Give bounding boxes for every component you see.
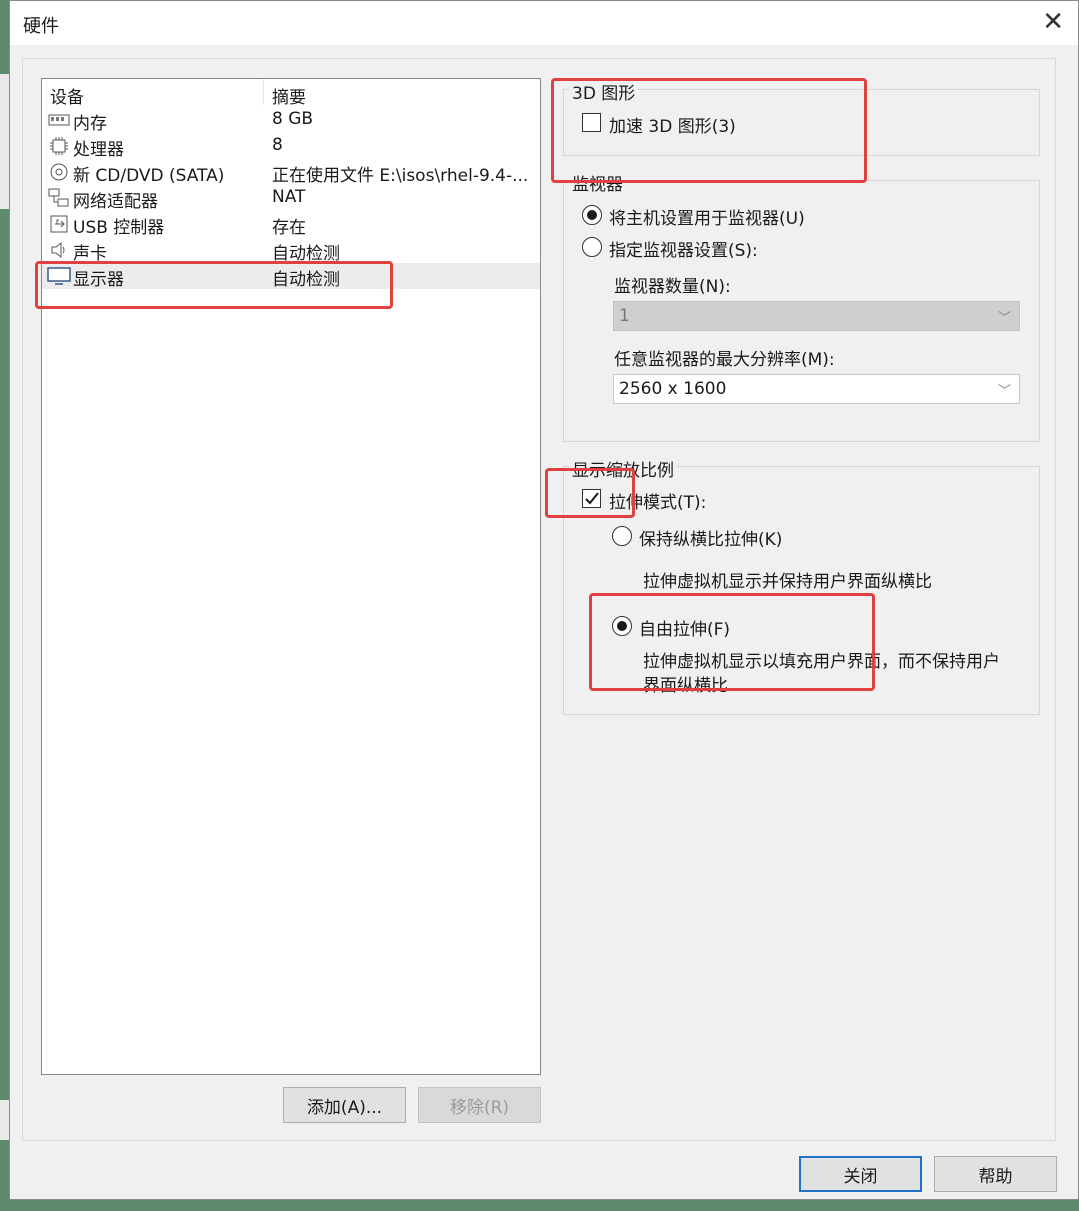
cpu-icon bbox=[47, 136, 71, 156]
list-header: 设备 摘要 bbox=[42, 79, 540, 108]
column-header-device[interactable]: 设备 bbox=[50, 83, 84, 108]
keep-aspect-description: 拉伸虚拟机显示并保持用户界面纵横比 bbox=[643, 572, 932, 592]
device-summary: 自动检测 bbox=[272, 270, 340, 290]
accelerate-3d-label[interactable]: 加速 3D 图形(3) bbox=[609, 112, 736, 137]
free-stretch-radio[interactable] bbox=[612, 616, 632, 636]
device-summary: 正在使用文件 E:\isos\rhel-9.4-... bbox=[272, 166, 529, 186]
device-summary: 8 GB bbox=[272, 109, 314, 129]
column-header-summary[interactable]: 摘要 bbox=[272, 83, 306, 108]
close-button[interactable]: 关闭 bbox=[799, 1156, 922, 1192]
stretch-mode-label[interactable]: 拉伸模式(T): bbox=[609, 488, 706, 513]
device-name: 声卡 bbox=[73, 244, 107, 264]
help-button[interactable]: 帮助 bbox=[934, 1156, 1057, 1192]
content-panel: 设备 摘要 内存 8 GB 处理器 8 新 CD/DVD (SATA) 正在使用… bbox=[22, 58, 1056, 1141]
device-name: USB 控制器 bbox=[73, 218, 165, 238]
monitor-count-label: 监视器数量(N): bbox=[614, 277, 731, 297]
list-item-usb[interactable]: USB 控制器 存在 bbox=[42, 211, 540, 238]
title-bar: 硬件 ✕ bbox=[10, 1, 1078, 45]
chevron-down-icon: ﹀ bbox=[997, 384, 1011, 399]
group-title-monitor: 监视器 bbox=[569, 170, 626, 195]
remove-button[interactable]: 移除(R) bbox=[418, 1087, 541, 1123]
device-summary: 存在 bbox=[272, 218, 306, 238]
list-item-cpu[interactable]: 处理器 8 bbox=[42, 133, 540, 160]
device-name: 内存 bbox=[73, 114, 107, 134]
close-icon[interactable]: ✕ bbox=[1042, 9, 1064, 35]
device-name: 显示器 bbox=[73, 270, 124, 290]
monitor-count-value: 1 bbox=[619, 306, 630, 326]
list-item-cdrom[interactable]: 新 CD/DVD (SATA) 正在使用文件 E:\isos\rhel-9.4-… bbox=[42, 159, 540, 186]
specify-label[interactable]: 指定监视器设置(S): bbox=[609, 236, 758, 261]
monitor-count-select[interactable]: 1 ﹀ bbox=[613, 301, 1020, 331]
network-icon bbox=[47, 188, 71, 208]
specify-radio[interactable] bbox=[582, 237, 602, 257]
add-button[interactable]: 添加(A)... bbox=[283, 1087, 406, 1123]
free-stretch-description: 拉伸虚拟机显示以填充用户界面，而不保持用户界面纵横比 bbox=[643, 652, 1000, 696]
accelerate-3d-checkbox[interactable] bbox=[582, 113, 601, 132]
disc-icon bbox=[47, 162, 71, 182]
free-stretch-label[interactable]: 自由拉伸(F) bbox=[639, 615, 730, 640]
device-name: 处理器 bbox=[73, 140, 124, 160]
group-title-3d-graphics: 3D 图形 bbox=[569, 79, 639, 104]
hardware-dialog: 硬件 ✕ 设备 摘要 内存 8 GB 处理器 8 新 CD/DVD (SATA)… bbox=[9, 0, 1079, 1200]
background-window-bottom bbox=[0, 1100, 9, 1140]
checkmark-icon bbox=[585, 492, 599, 505]
use-host-label[interactable]: 将主机设置用于监视器(U) bbox=[609, 204, 805, 229]
memory-icon bbox=[47, 110, 71, 130]
chevron-down-icon: ﹀ bbox=[997, 311, 1011, 326]
group-title-display-scaling: 显示缩放比例 bbox=[569, 456, 677, 481]
keep-aspect-label[interactable]: 保持纵横比拉伸(K) bbox=[639, 525, 782, 550]
keep-aspect-radio[interactable] bbox=[612, 526, 632, 546]
dialog-title: 硬件 bbox=[23, 16, 59, 37]
usb-icon bbox=[47, 214, 71, 234]
max-resolution-value: 2560 x 1600 bbox=[619, 379, 727, 399]
list-item-network[interactable]: 网络适配器 NAT bbox=[42, 185, 540, 212]
device-name: 网络适配器 bbox=[73, 192, 158, 212]
device-list[interactable]: 设备 摘要 内存 8 GB 处理器 8 新 CD/DVD (SATA) 正在使用… bbox=[41, 78, 541, 1075]
device-summary: 8 bbox=[272, 135, 283, 155]
use-host-radio[interactable] bbox=[582, 205, 602, 225]
list-item-sound[interactable]: 声卡 自动检测 bbox=[42, 237, 540, 264]
speaker-icon bbox=[47, 240, 71, 260]
background-window bbox=[0, 74, 9, 209]
list-item-memory[interactable]: 内存 8 GB bbox=[42, 107, 540, 134]
max-resolution-label: 任意监视器的最大分辨率(M): bbox=[614, 350, 835, 370]
device-summary: NAT bbox=[272, 187, 306, 207]
column-divider[interactable] bbox=[263, 79, 264, 105]
device-summary: 自动检测 bbox=[272, 244, 340, 264]
stretch-mode-checkbox[interactable] bbox=[582, 489, 601, 508]
monitor-icon bbox=[47, 266, 71, 286]
max-resolution-select[interactable]: 2560 x 1600 ﹀ bbox=[613, 374, 1020, 404]
list-item-display[interactable]: 显示器 自动检测 bbox=[42, 263, 540, 290]
device-name: 新 CD/DVD (SATA) bbox=[73, 166, 225, 186]
